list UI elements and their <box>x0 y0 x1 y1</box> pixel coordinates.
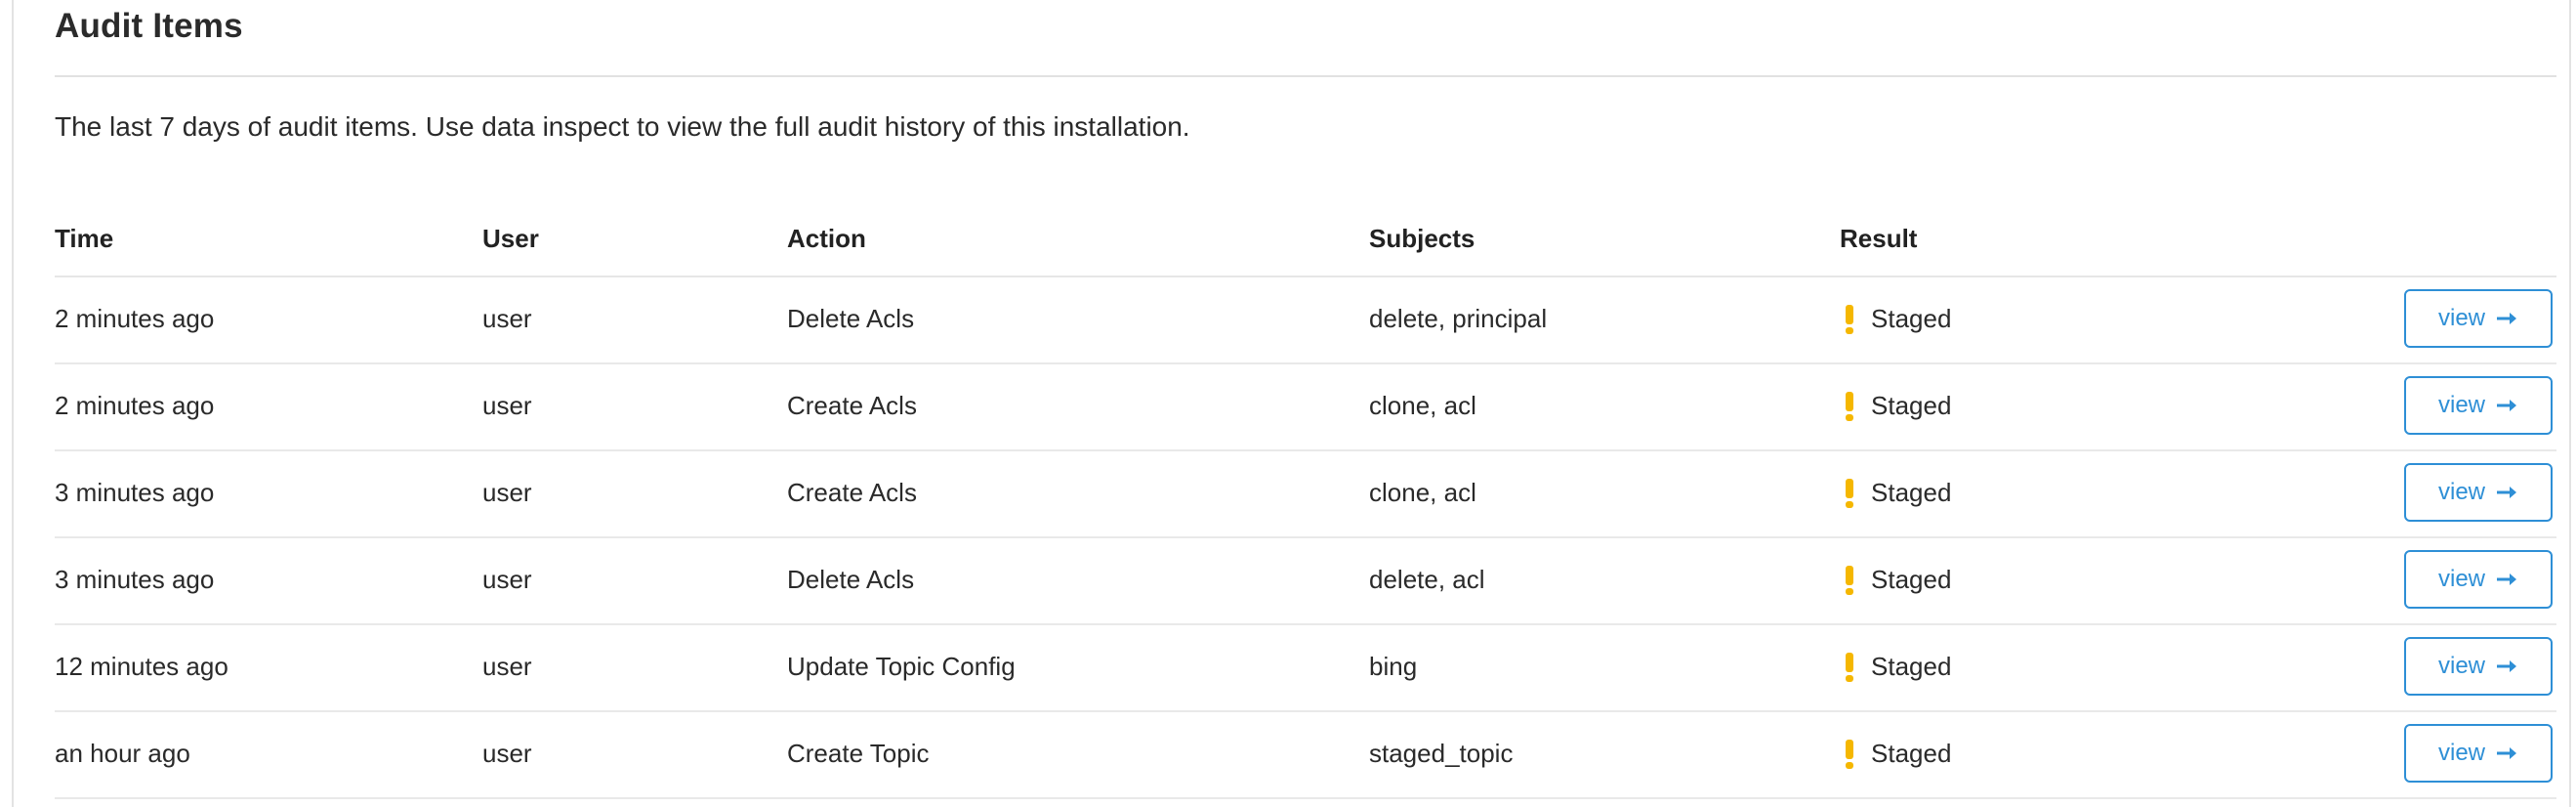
view-button-label: view <box>2437 305 2485 331</box>
cell-user: user <box>482 304 532 333</box>
table-row: an hour ago user Create Topic staged_top… <box>55 712 2556 799</box>
cell-time: 2 minutes ago <box>55 304 215 333</box>
result-label: Staged <box>1871 391 1952 420</box>
cell-user: user <box>482 565 532 594</box>
view-button-label: view <box>2437 740 2485 766</box>
cell-action: Delete Acls <box>787 304 915 333</box>
header-result: Result <box>1840 224 1918 253</box>
view-button-label: view <box>2437 479 2485 505</box>
header-user: User <box>482 224 539 253</box>
table-row: 2 minutes ago user Create Acls clone, ac… <box>55 364 2556 451</box>
cell-result: Staged <box>1846 386 1951 425</box>
arrow-right-icon <box>2497 311 2518 326</box>
cell-subjects: staged_topic <box>1369 739 1514 768</box>
cell-subjects: delete, principal <box>1369 304 1548 333</box>
warning-icon <box>1846 303 1853 334</box>
arrow-right-icon <box>2497 572 2518 587</box>
table-row: 12 minutes ago user Update Topic Config … <box>55 625 2556 712</box>
cell-subjects: clone, acl <box>1369 391 1476 420</box>
cell-subjects: delete, acl <box>1369 565 1485 594</box>
view-button[interactable]: view <box>2404 724 2553 783</box>
arrow-right-icon <box>2497 398 2518 413</box>
table-header: Time User Action Subjects Result <box>55 211 2556 277</box>
audit-items-panel: Audit Items The last 7 days of audit ite… <box>12 0 2571 807</box>
warning-icon <box>1846 564 1853 595</box>
arrow-right-icon <box>2497 485 2518 500</box>
cell-time: an hour ago <box>55 739 190 768</box>
cell-result: Staged <box>1846 299 1951 338</box>
view-button[interactable]: view <box>2404 289 2553 348</box>
result-label: Staged <box>1871 739 1952 768</box>
cell-action: Create Acls <box>787 478 917 507</box>
result-label: Staged <box>1871 565 1952 594</box>
cell-action: Delete Acls <box>787 565 915 594</box>
view-button-label: view <box>2437 653 2485 679</box>
view-button[interactable]: view <box>2404 376 2553 435</box>
panel-description: The last 7 days of audit items. Use data… <box>55 111 1190 142</box>
cell-time: 3 minutes ago <box>55 478 215 507</box>
view-button[interactable]: view <box>2404 637 2553 696</box>
view-button-label: view <box>2437 392 2485 418</box>
cell-action: Create Topic <box>787 739 930 768</box>
title-divider <box>55 75 2556 77</box>
arrow-right-icon <box>2497 658 2518 674</box>
view-button[interactable]: view <box>2404 463 2553 522</box>
cell-time: 3 minutes ago <box>55 565 215 594</box>
warning-icon <box>1846 390 1853 421</box>
warning-icon <box>1846 651 1853 682</box>
result-label: Staged <box>1871 652 1952 681</box>
result-label: Staged <box>1871 478 1952 507</box>
cell-result: Staged <box>1846 734 1951 773</box>
cell-subjects: bing <box>1369 652 1418 681</box>
view-button[interactable]: view <box>2404 550 2553 609</box>
cell-user: user <box>482 391 532 420</box>
cell-time: 2 minutes ago <box>55 391 215 420</box>
table-row: 2 minutes ago user Delete Acls delete, p… <box>55 277 2556 364</box>
panel-title: Audit Items <box>55 7 243 45</box>
cell-time: 12 minutes ago <box>55 652 229 681</box>
warning-icon <box>1846 477 1853 508</box>
arrow-right-icon <box>2497 745 2518 761</box>
audit-table: Time User Action Subjects Result 2 minut… <box>55 211 2556 799</box>
header-time: Time <box>55 224 114 253</box>
cell-result: Staged <box>1846 560 1951 599</box>
warning-icon <box>1846 738 1853 769</box>
table-row: 3 minutes ago user Delete Acls delete, a… <box>55 538 2556 625</box>
table-row: 3 minutes ago user Create Acls clone, ac… <box>55 451 2556 538</box>
cell-action: Update Topic Config <box>787 652 1016 681</box>
cell-result: Staged <box>1846 647 1951 686</box>
cell-user: user <box>482 478 532 507</box>
cell-user: user <box>482 739 532 768</box>
cell-user: user <box>482 652 532 681</box>
header-subjects: Subjects <box>1369 224 1475 253</box>
header-action: Action <box>787 224 866 253</box>
cell-action: Create Acls <box>787 391 917 420</box>
result-label: Staged <box>1871 304 1952 333</box>
cell-result: Staged <box>1846 473 1951 512</box>
cell-subjects: clone, acl <box>1369 478 1476 507</box>
view-button-label: view <box>2437 566 2485 592</box>
